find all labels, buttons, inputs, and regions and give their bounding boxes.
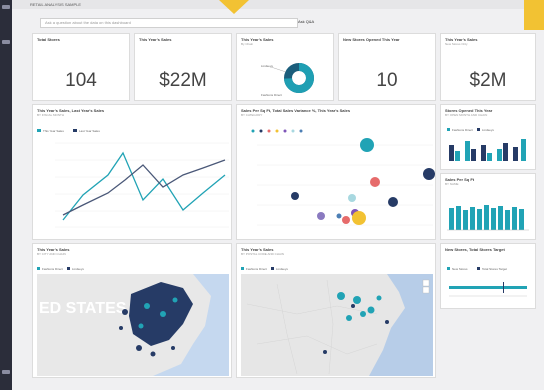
tile-scatter-chart[interactable]: Sales Per Sq Ft, Total Sales Variance %,… — [236, 104, 436, 240]
gridlines — [55, 142, 229, 228]
target-chart: New Stores Total Stores Target — [447, 267, 527, 297]
line-chart: This Year Sales Last Year Sales — [37, 129, 229, 228]
nav-icon[interactable] — [2, 40, 10, 44]
scatter-point — [360, 138, 374, 152]
legend-label: Lindseys — [72, 267, 84, 271]
progress-bar — [449, 286, 527, 289]
tile-new-store-sales[interactable]: This Year's Sales New Stores Only $2M — [440, 33, 536, 101]
gridlines — [257, 144, 433, 226]
legend-swatch — [271, 267, 274, 270]
kpi-value: $2M — [469, 70, 507, 91]
legend-swatch — [447, 128, 450, 131]
tile-title: This Year's Sales — [139, 37, 172, 42]
scatter-point — [348, 194, 356, 202]
legend-label: Fashions Direct — [246, 267, 267, 271]
tile-this-years-sales[interactable]: This Year's Sales $22M — [134, 33, 232, 101]
scatter-point — [388, 197, 398, 207]
window-title: RETAIL ANALYSIS SAMPLE — [12, 0, 544, 9]
left-nav-bar — [0, 0, 12, 390]
scatter-point — [336, 213, 342, 219]
map-visual: Fashions Direct Lindseys ED STATES — [37, 267, 229, 376]
legend-label: Total Stores Target — [482, 267, 507, 271]
tile-total-stores[interactable]: Total Stores 104 — [32, 33, 130, 101]
tile-store-target[interactable]: New Stores, Total Stores Target New Stor… — [440, 243, 536, 309]
tile-new-stores-opened[interactable]: New Stores Opened This Year 10 — [338, 33, 436, 101]
tile-sales-line-chart[interactable]: This Year's Sales, Last Year's Sales BY … — [32, 104, 232, 240]
scatter-point — [317, 212, 325, 220]
legend-swatch — [477, 128, 480, 131]
legend-label: This Year Sales — [43, 129, 64, 133]
scatter-legend — [251, 129, 303, 133]
legend-swatch-this-year — [37, 129, 41, 132]
legend-swatch-last-year — [73, 129, 77, 132]
ask-qna-button[interactable]: Ask Q&A — [298, 18, 326, 26]
target-marker — [503, 282, 504, 293]
scatter-chart — [251, 129, 435, 226]
tile-sales-map-city[interactable]: This Year's Sales BY CITY AND CHAIN Fash… — [32, 243, 232, 378]
legend-swatch — [241, 267, 244, 270]
series-line-this-year — [62, 151, 226, 221]
legend-swatch — [447, 267, 450, 270]
map-label: ED STATES — [39, 300, 127, 317]
tile-subtitle: New Stores Only — [445, 42, 468, 46]
leader-line — [270, 66, 287, 73]
legend-swatch — [477, 267, 480, 270]
kpi-value: 10 — [376, 70, 398, 91]
legend-swatch — [67, 267, 70, 270]
legend-label: Last Year Sales — [79, 129, 100, 133]
tile-sales-per-sqft[interactable]: Sales Per Sq Ft BY NAME — [440, 173, 536, 240]
donut-label: Fashions Direct — [261, 93, 282, 97]
scatter-point — [342, 216, 350, 224]
scatter-point — [423, 168, 435, 180]
legend-swatch — [37, 267, 40, 270]
bar-chart — [447, 205, 529, 231]
dashboard-canvas: RETAIL ANALYSIS SAMPLE Ask a question ab… — [12, 0, 544, 390]
decorative-shape — [524, 0, 544, 30]
scatter-point — [370, 177, 380, 187]
legend-label: Lindseys — [482, 128, 494, 132]
legend-label: Fashions Direct — [42, 267, 63, 271]
scatter-point — [352, 211, 366, 225]
tile-title: Total Stores — [37, 37, 60, 42]
bars — [449, 139, 526, 161]
map-visual: Fashions Direct Lindseys — [241, 267, 433, 376]
bars — [449, 205, 524, 230]
nav-icon[interactable] — [2, 370, 10, 374]
kpi-value: $22M — [159, 70, 207, 91]
bar-chart: Fashions Direct Lindseys — [447, 128, 526, 161]
tile-sales-by-chain[interactable]: This Year's Sales By Chain Lindseys Fash… — [236, 33, 334, 101]
scatter-point — [291, 192, 299, 200]
legend-label: New Stores — [452, 267, 468, 271]
legend-label: Fashions Direct — [452, 128, 473, 132]
tile-sales-map-postal[interactable]: This Year's Sales BY POSTAL CODE AND CHA… — [236, 243, 436, 378]
qna-input[interactable]: Ask a question about the data on this da… — [40, 18, 298, 28]
menu-icon[interactable] — [2, 5, 10, 9]
donut-label: Lindseys — [261, 64, 273, 68]
tile-title: New Stores Opened This Year — [343, 37, 400, 42]
donut-chart: Lindseys Fashions Direct — [261, 63, 314, 97]
kpi-value: 104 — [65, 70, 97, 91]
legend-label: Lindseys — [276, 267, 288, 271]
tile-stores-opened-bar[interactable]: Stores Opened This Year BY OPEN MONTH AN… — [440, 104, 536, 170]
series-line-last-year — [62, 159, 226, 216]
